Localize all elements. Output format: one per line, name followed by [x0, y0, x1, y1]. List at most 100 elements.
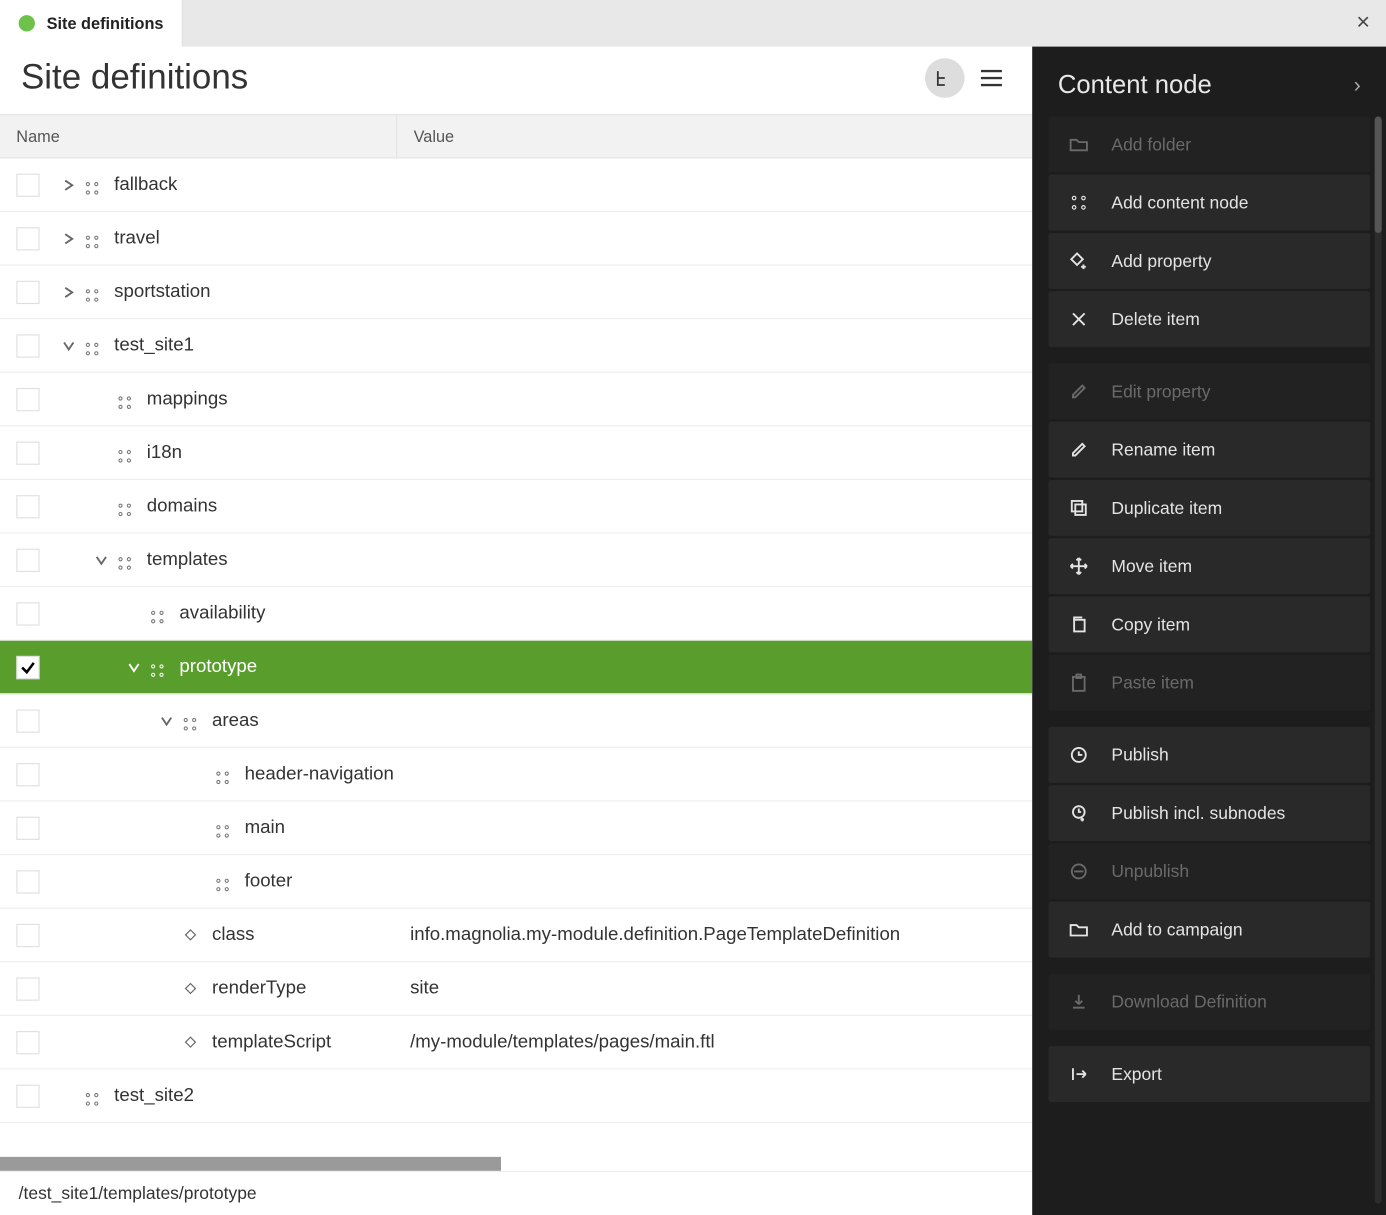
tree-node-row[interactable]: i18n — [0, 426, 1032, 480]
column-header-name[interactable]: Name — [0, 115, 396, 157]
row-checkbox[interactable] — [16, 548, 39, 571]
chevron-down-icon[interactable] — [123, 661, 144, 673]
action-label: Publish — [1111, 745, 1168, 765]
tree-node-row[interactable]: travel — [0, 212, 1032, 266]
action-rename-item[interactable]: Rename item — [1049, 422, 1371, 478]
row-value: site — [410, 978, 1020, 999]
action-publish-incl-subnodes[interactable]: Publish incl. subnodes — [1049, 785, 1371, 841]
chevron-right-icon[interactable]: › — [1354, 73, 1361, 97]
tree-property-row[interactable]: templateScript/my-module/templates/pages… — [0, 1016, 1032, 1070]
tree-node-row[interactable]: prototype — [0, 641, 1032, 695]
active-tab[interactable]: Site definitions — [0, 0, 183, 47]
panel-scrollbar-thumb[interactable] — [1375, 117, 1382, 234]
tab-title: Site definitions — [47, 14, 164, 33]
action-paste-item: Paste item — [1049, 655, 1371, 711]
close-icon[interactable]: × — [1356, 10, 1370, 37]
horizontal-scrollbar[interactable] — [0, 1155, 1032, 1171]
action-label: Unpublish — [1111, 862, 1189, 882]
action-label: Edit property — [1111, 382, 1210, 402]
row-checkbox[interactable] — [16, 1030, 39, 1053]
row-checkbox[interactable] — [16, 387, 39, 410]
download-icon — [1067, 991, 1090, 1012]
row-checkbox[interactable] — [16, 495, 39, 518]
row-checkbox[interactable] — [16, 280, 39, 303]
row-checkbox[interactable] — [16, 1084, 39, 1107]
chevron-right-icon[interactable] — [58, 286, 79, 298]
row-label: i18n — [137, 442, 182, 463]
content-node-icon — [210, 816, 236, 840]
row-label: templates — [137, 549, 227, 570]
tree-node-row[interactable]: test_site2 — [0, 1069, 1032, 1123]
tree-node-row[interactable]: areas — [0, 694, 1032, 748]
tree-property-row[interactable]: renderTypesite — [0, 962, 1032, 1016]
row-checkbox[interactable] — [16, 655, 39, 678]
publish-sub-icon — [1067, 803, 1090, 824]
action-export[interactable]: Export — [1049, 1046, 1371, 1102]
action-label: Add folder — [1111, 135, 1191, 155]
content-node-icon — [112, 440, 138, 464]
row-checkbox[interactable] — [16, 923, 39, 946]
row-label: test_site2 — [105, 1085, 194, 1106]
row-checkbox[interactable] — [16, 227, 39, 250]
tree-node-row[interactable]: availability — [0, 587, 1032, 641]
row-checkbox[interactable] — [16, 977, 39, 1000]
pencil-icon — [1067, 440, 1090, 459]
folder-icon — [1067, 134, 1090, 155]
dup-icon — [1067, 497, 1090, 518]
row-value: /my-module/templates/pages/main.ftl — [410, 1032, 1020, 1053]
unpublish-icon — [1067, 861, 1090, 882]
chevron-down-icon[interactable] — [156, 715, 177, 727]
column-header-value[interactable]: Value — [396, 115, 1032, 157]
row-checkbox[interactable] — [16, 709, 39, 732]
content-node-icon — [79, 226, 105, 250]
tree-property-row[interactable]: classinfo.magnolia.my-module.definition.… — [0, 909, 1032, 963]
row-checkbox[interactable] — [16, 441, 39, 464]
tree-node-row[interactable]: fallback — [0, 158, 1032, 212]
action-move-item[interactable]: Move item — [1049, 538, 1371, 594]
row-checkbox[interactable] — [16, 602, 39, 625]
row-checkbox[interactable] — [16, 816, 39, 839]
action-copy-item[interactable]: Copy item — [1049, 596, 1371, 652]
action-duplicate-item[interactable]: Duplicate item — [1049, 480, 1371, 536]
action-add-to-campaign[interactable]: Add to campaign — [1049, 902, 1371, 958]
row-checkbox[interactable] — [16, 870, 39, 893]
chevron-down-icon[interactable] — [58, 340, 79, 352]
action-label: Add property — [1111, 251, 1211, 271]
action-download-definition: Download Definition — [1049, 974, 1371, 1030]
row-checkbox[interactable] — [16, 173, 39, 196]
row-label: fallback — [105, 174, 178, 195]
chevron-right-icon[interactable] — [58, 179, 79, 191]
tree-node-row[interactable]: templates — [0, 534, 1032, 588]
tree-view-button[interactable] — [925, 58, 965, 98]
scrollbar-thumb[interactable] — [0, 1157, 501, 1171]
tree-node-row[interactable]: domains — [0, 480, 1032, 534]
action-delete-item[interactable]: Delete item — [1049, 291, 1371, 347]
tree-node-row[interactable]: header-navigation — [0, 748, 1032, 802]
tree-node-row[interactable]: sportstation — [0, 266, 1032, 320]
publish-icon — [1067, 744, 1090, 765]
panel-scrollbar[interactable] — [1375, 117, 1382, 1204]
row-checkbox[interactable] — [16, 334, 39, 357]
page-title: Site definitions — [21, 58, 248, 98]
content-node-icon — [112, 548, 138, 572]
action-label: Duplicate item — [1111, 498, 1222, 518]
tree-view[interactable]: fallback travelsportstationtest_site1mapp… — [0, 158, 1032, 1154]
panel-title: Content node — [1058, 70, 1212, 100]
tree-node-row[interactable]: footer — [0, 855, 1032, 909]
property-icon — [177, 984, 203, 992]
action-add-content-node[interactable]: Add content node — [1049, 175, 1371, 231]
action-add-property[interactable]: Add property — [1049, 233, 1371, 289]
chevron-right-icon[interactable] — [58, 232, 79, 244]
content-node-icon — [144, 601, 170, 625]
export-icon — [1067, 1064, 1090, 1085]
tree-node-row[interactable]: test_site1 — [0, 319, 1032, 373]
tree-node-row[interactable]: main — [0, 802, 1032, 856]
content-node-icon — [144, 655, 170, 679]
action-publish[interactable]: Publish — [1049, 727, 1371, 783]
tree-node-row[interactable]: mappings — [0, 373, 1032, 427]
chevron-down-icon[interactable] — [91, 554, 112, 566]
list-view-button[interactable] — [972, 58, 1012, 98]
content-node-icon — [177, 708, 203, 732]
action-label: Rename item — [1111, 440, 1215, 460]
row-checkbox[interactable] — [16, 762, 39, 785]
